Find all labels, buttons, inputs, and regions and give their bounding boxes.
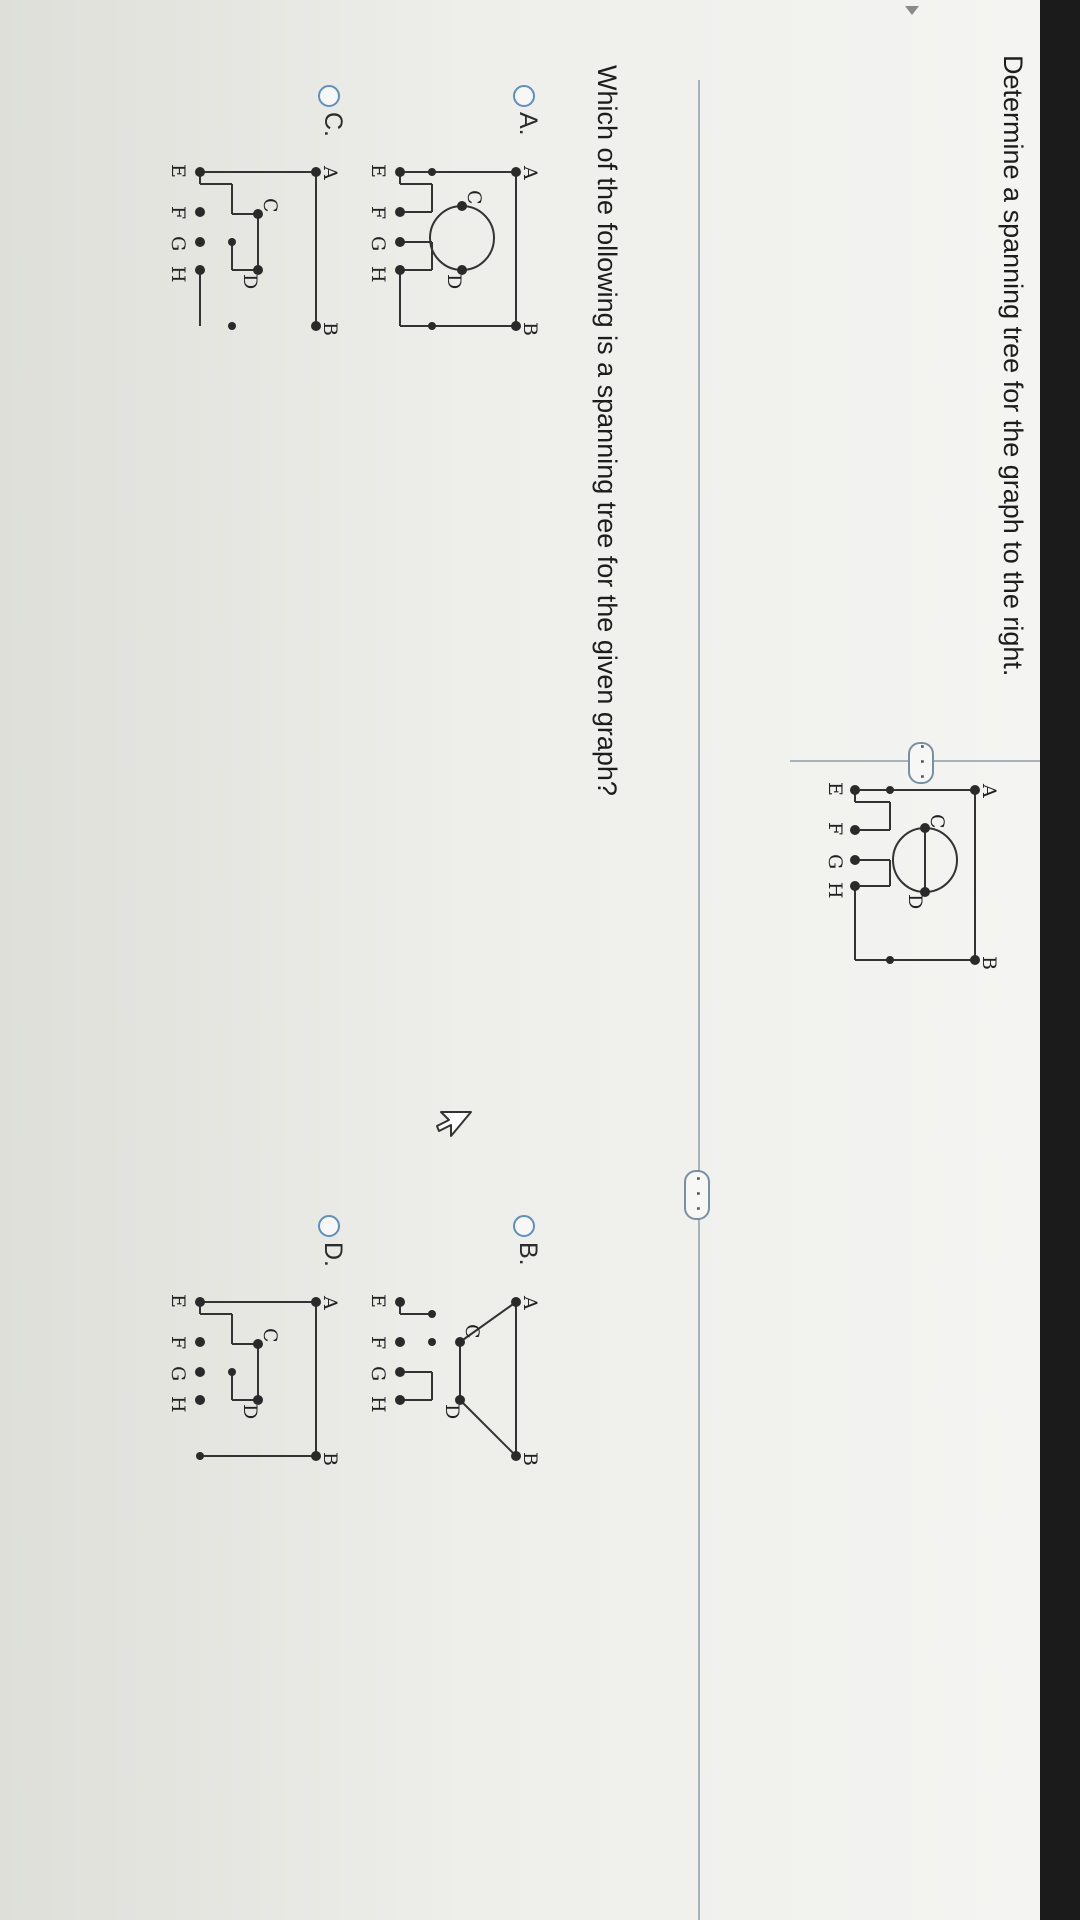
node-label: D xyxy=(443,274,465,289)
node-label: E xyxy=(367,1294,389,1308)
node-label: B xyxy=(319,1452,341,1466)
node-label: E xyxy=(167,164,189,178)
node-label: A xyxy=(519,165,541,180)
option-c-letter[interactable]: C. xyxy=(318,112,347,137)
node-label: B xyxy=(519,322,541,336)
node-label: H xyxy=(167,266,189,283)
node-label: F xyxy=(824,822,846,835)
option-a-radio[interactable] xyxy=(513,85,535,107)
node-label: H xyxy=(167,1396,189,1413)
expand-button-top[interactable]: · · · xyxy=(908,742,934,784)
node-label: G xyxy=(367,236,389,251)
node-label: G xyxy=(167,236,189,251)
option-b-letter[interactable]: B. xyxy=(513,1242,542,1266)
node-label: A xyxy=(519,1295,541,1310)
node-label: B xyxy=(519,1452,541,1466)
node-label: E xyxy=(824,782,846,796)
node-label: F xyxy=(367,1336,389,1349)
option-b-graph[interactable]: A B C D E F G H xyxy=(350,1280,541,1480)
option-a-letter[interactable]: A. xyxy=(513,112,542,136)
reference-graph: A B C D E F G H xyxy=(824,782,1000,970)
option-c-graph[interactable]: A B C D E F G H xyxy=(150,150,341,350)
option-d-radio[interactable] xyxy=(318,1215,340,1237)
question-prompt: Which of the following is a spanning tre… xyxy=(592,65,622,796)
node-label: E xyxy=(367,164,389,178)
instruction-text: Determine a spanning tree for the graph … xyxy=(998,55,1028,677)
node-label: C xyxy=(463,190,485,205)
node-label: H xyxy=(367,266,389,283)
node-label: D xyxy=(904,894,926,909)
node-label: D xyxy=(441,1404,463,1419)
section-divider xyxy=(698,80,700,1920)
expand-button-mid[interactable]: · · · xyxy=(684,1170,710,1220)
node-label: D xyxy=(239,274,261,289)
node-label: G xyxy=(824,854,846,869)
node-label: B xyxy=(319,322,341,336)
node-label: A xyxy=(319,165,341,180)
rotated-content: Determine a spanning tree for the graph … xyxy=(0,0,1040,1920)
node-label: H xyxy=(367,1396,389,1413)
node-label: B xyxy=(978,956,1000,970)
node-label: C xyxy=(259,198,281,213)
node-label: H xyxy=(824,882,846,899)
node-label: C xyxy=(461,1324,483,1339)
node-label: D xyxy=(239,1404,261,1419)
node-label: F xyxy=(167,206,189,219)
node-label: C xyxy=(926,814,948,829)
node-label: F xyxy=(367,206,389,219)
node-label: A xyxy=(978,783,1000,798)
node-label: E xyxy=(167,1294,189,1308)
node-label: F xyxy=(167,1336,189,1349)
option-d-graph[interactable]: A B C D E F G H xyxy=(150,1280,341,1480)
node-label: A xyxy=(319,1295,341,1310)
node-label: G xyxy=(167,1366,189,1381)
option-d-letter[interactable]: D. xyxy=(318,1242,347,1267)
screen: Determine a spanning tree for the graph … xyxy=(0,0,1040,1920)
option-c-radio[interactable] xyxy=(318,85,340,107)
node-label: G xyxy=(367,1366,389,1381)
option-b-radio[interactable] xyxy=(513,1215,535,1237)
option-a-graph[interactable]: A B C D E F G H xyxy=(350,150,541,350)
node-label: C xyxy=(259,1328,281,1343)
mouse-pointer-icon xyxy=(436,1111,472,1137)
